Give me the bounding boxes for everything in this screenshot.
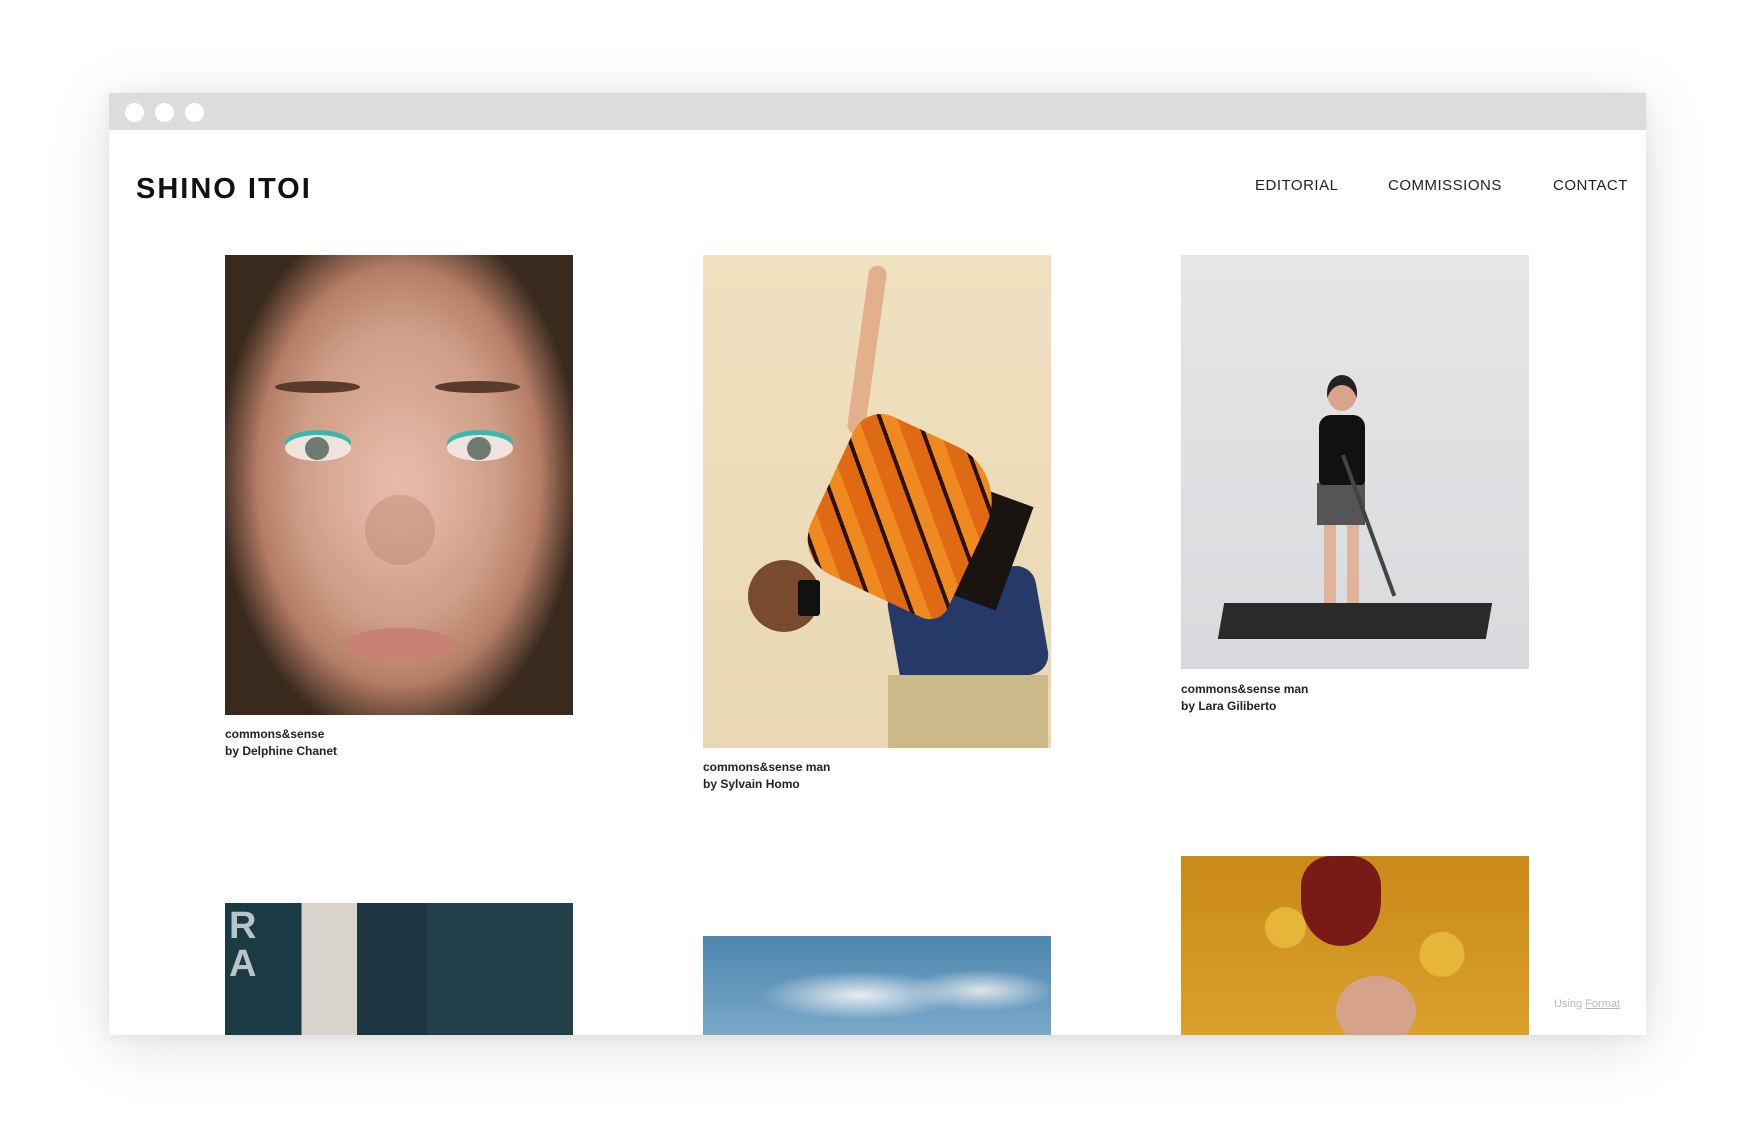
caption-title: commons&sense man <box>703 760 831 774</box>
gallery-caption[interactable]: commons&sense by Delphine Chanet <box>225 726 337 760</box>
photo-detail <box>888 675 1048 748</box>
footer-credit: Using Format <box>1554 998 1620 1010</box>
minimize-window-dot-icon[interactable] <box>155 103 174 122</box>
photo-detail <box>1327 375 1357 411</box>
caption-title: commons&sense man <box>1181 682 1309 696</box>
caption-title: commons&sense <box>225 727 325 741</box>
gallery-photo-sky[interactable] <box>703 936 1051 1035</box>
gallery-caption[interactable]: commons&sense man by Sylvain Homo <box>703 759 830 793</box>
caption-credit: by Delphine Chanet <box>225 744 338 758</box>
site-title[interactable]: SHINO ITOI <box>136 173 312 206</box>
maximize-window-dot-icon[interactable] <box>185 103 204 122</box>
gallery-photo-dancer[interactable] <box>703 255 1051 748</box>
gallery-photo-building[interactable]: RA <box>225 903 573 1035</box>
photo-detail <box>1217 603 1493 639</box>
photo-detail <box>435 381 520 393</box>
footer-format-link[interactable]: Format <box>1585 998 1620 1010</box>
close-window-dot-icon[interactable] <box>125 103 144 122</box>
photo-detail <box>1347 523 1359 603</box>
photo-detail <box>365 495 435 565</box>
photo-detail <box>846 264 888 436</box>
photo-detail <box>275 381 360 393</box>
photo-detail <box>447 435 513 461</box>
photo-detail <box>1324 523 1336 603</box>
footer-prefix: Using <box>1554 998 1583 1010</box>
gallery-photo-feathers[interactable] <box>1181 856 1529 1035</box>
gallery-photo-metal-detector[interactable] <box>1181 255 1529 669</box>
nav-contact[interactable]: CONTACT <box>1553 177 1628 194</box>
nav-commissions[interactable]: COMMISSIONS <box>1388 177 1502 194</box>
photo-detail <box>1319 415 1365 485</box>
caption-credit: by Sylvain Homo <box>703 777 800 791</box>
gallery-photo-portrait[interactable] <box>225 255 573 715</box>
photo-detail <box>1336 976 1416 1035</box>
browser-window: SHINO ITOI EDITORIAL COMMISSIONS CONTACT… <box>109 93 1646 1035</box>
photo-detail <box>345 628 455 660</box>
caption-credit: by Lara Giliberto <box>1181 699 1277 713</box>
gallery-caption[interactable]: commons&sense man by Lara Giliberto <box>1181 681 1308 715</box>
photo-detail <box>285 435 351 461</box>
photo-detail <box>798 580 820 616</box>
photo-detail <box>1301 856 1381 946</box>
browser-titlebar <box>109 93 1646 130</box>
photo-detail: RA <box>229 905 257 985</box>
nav-editorial[interactable]: EDITORIAL <box>1255 177 1338 194</box>
